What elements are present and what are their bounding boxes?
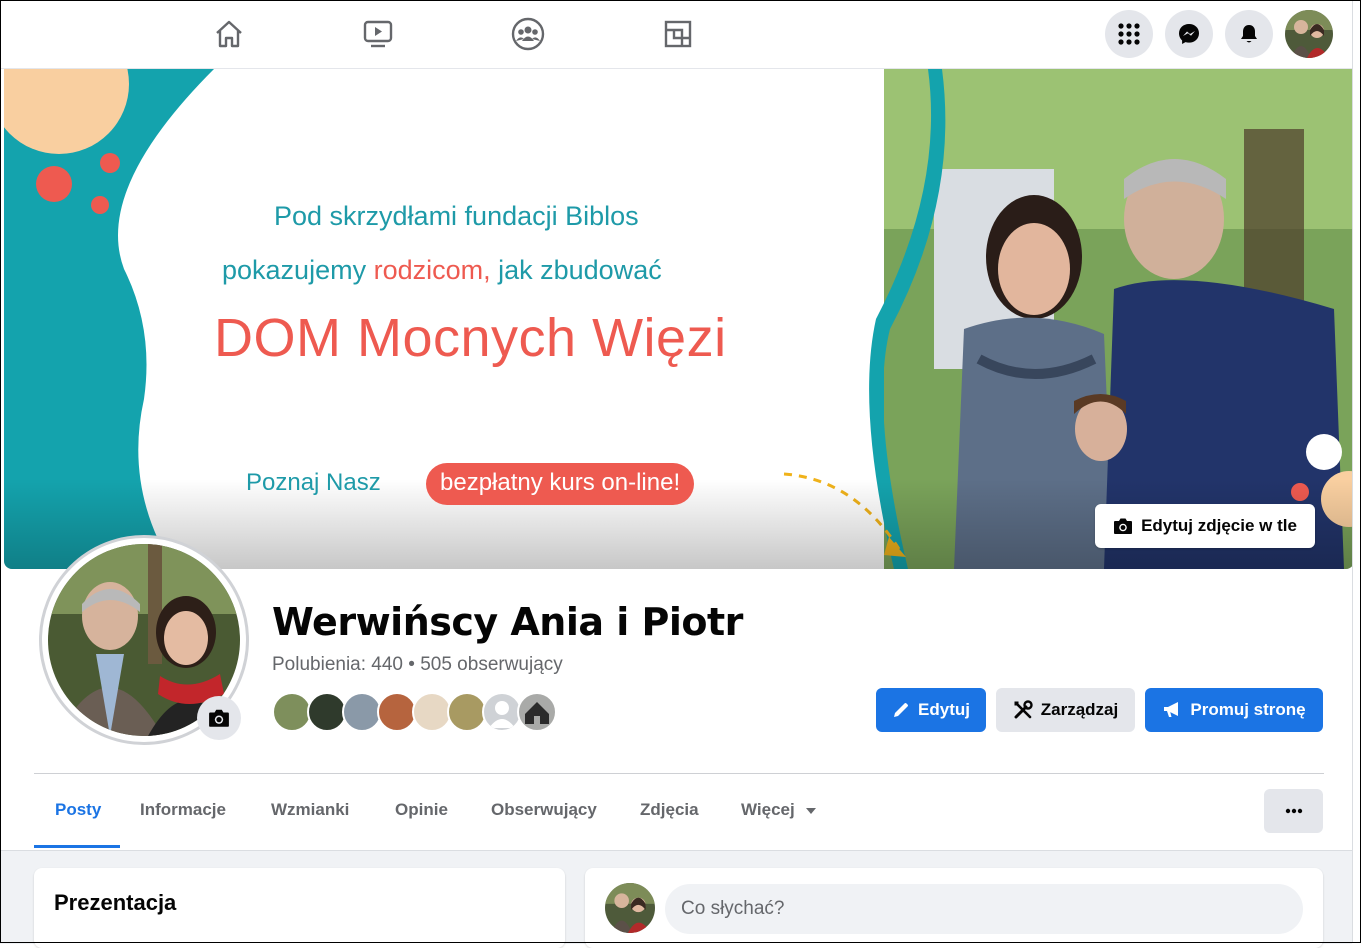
edit-page-label: Edytuj xyxy=(918,700,970,719)
follower-avatar[interactable] xyxy=(517,692,557,732)
composer-card: Co słychać? xyxy=(585,868,1323,948)
post-composer-input[interactable]: Co słychać? xyxy=(665,884,1303,934)
edit-cover-label: Edytuj zdjęcie w tle xyxy=(1141,516,1297,535)
ellipsis-icon xyxy=(1285,808,1302,814)
edit-page-button[interactable]: Edytuj xyxy=(876,688,986,732)
cover-course-pill: bezpłatny kurs on-line! xyxy=(426,463,695,505)
manage-page-button[interactable]: Zarządzaj xyxy=(996,688,1135,732)
cover-photo: Pod skrzydłami fundacji Biblos pokazujem… xyxy=(4,69,1354,569)
messenger-icon[interactable] xyxy=(1165,10,1213,58)
follower-avatar[interactable] xyxy=(307,692,347,732)
tab-posts[interactable]: Posty xyxy=(55,800,101,820)
active-tab-indicator xyxy=(34,845,120,848)
composer-avatar[interactable] xyxy=(605,883,655,933)
page-title: Werwińscy Ania i Piotr xyxy=(272,600,743,644)
video-icon[interactable] xyxy=(361,16,395,52)
intro-card: Prezentacja xyxy=(34,868,565,948)
vertical-scrollbar[interactable] xyxy=(1352,0,1361,943)
cover-line-2: pokazujemy rodzicom, jak zbudować xyxy=(222,255,662,285)
gaming-icon[interactable] xyxy=(661,16,695,52)
home-icon[interactable] xyxy=(212,16,246,52)
follower-avatar[interactable] xyxy=(377,692,417,732)
follower-avatar[interactable] xyxy=(482,692,522,732)
follower-avatar[interactable] xyxy=(412,692,452,732)
tab-mentions[interactable]: Wzmianki xyxy=(271,800,349,820)
cover-line-4: Poznaj Nasz xyxy=(246,469,381,496)
tools-icon xyxy=(1014,700,1033,719)
tab-more-label: Więcej xyxy=(741,800,795,819)
groups-icon[interactable] xyxy=(511,16,545,52)
follower-avatar[interactable] xyxy=(447,692,487,732)
pencil-icon xyxy=(894,703,909,717)
tab-about[interactable]: Informacje xyxy=(140,800,226,820)
tab-reviews[interactable]: Opinie xyxy=(395,800,448,820)
menu-grid-icon[interactable] xyxy=(1105,10,1153,58)
promote-page-label: Promuj stronę xyxy=(1190,700,1306,719)
intro-title: Prezentacja xyxy=(54,890,177,915)
top-navigation xyxy=(0,0,1352,69)
edit-cover-button[interactable]: Edytuj zdjęcie w tle xyxy=(1095,504,1315,548)
profile-camera-icon[interactable] xyxy=(197,696,241,740)
follower-avatar[interactable] xyxy=(342,692,382,732)
megaphone-icon xyxy=(1164,702,1179,717)
promote-page-button[interactable]: Promuj stronę xyxy=(1145,688,1323,732)
camera-icon xyxy=(1114,518,1133,534)
follower-avatar[interactable] xyxy=(272,692,312,732)
tab-more[interactable]: Więcej xyxy=(741,800,817,820)
account-avatar[interactable] xyxy=(1285,10,1333,58)
cover-headline: DOM Mocnych Więzi xyxy=(214,308,727,368)
tab-photos[interactable]: Zdjęcia xyxy=(640,800,699,820)
tab-followers[interactable]: Obserwujący xyxy=(491,800,597,820)
page-stats[interactable]: Polubienia: 440 • 505 obserwujący xyxy=(272,654,563,676)
cover-line-1: Pod skrzydłami fundacji Biblos xyxy=(274,201,639,231)
more-options-button[interactable] xyxy=(1264,789,1323,833)
chevron-down-icon xyxy=(806,807,817,814)
tabs-divider xyxy=(34,773,1324,774)
manage-page-label: Zarządzaj xyxy=(1040,700,1119,719)
notifications-icon[interactable] xyxy=(1225,10,1273,58)
